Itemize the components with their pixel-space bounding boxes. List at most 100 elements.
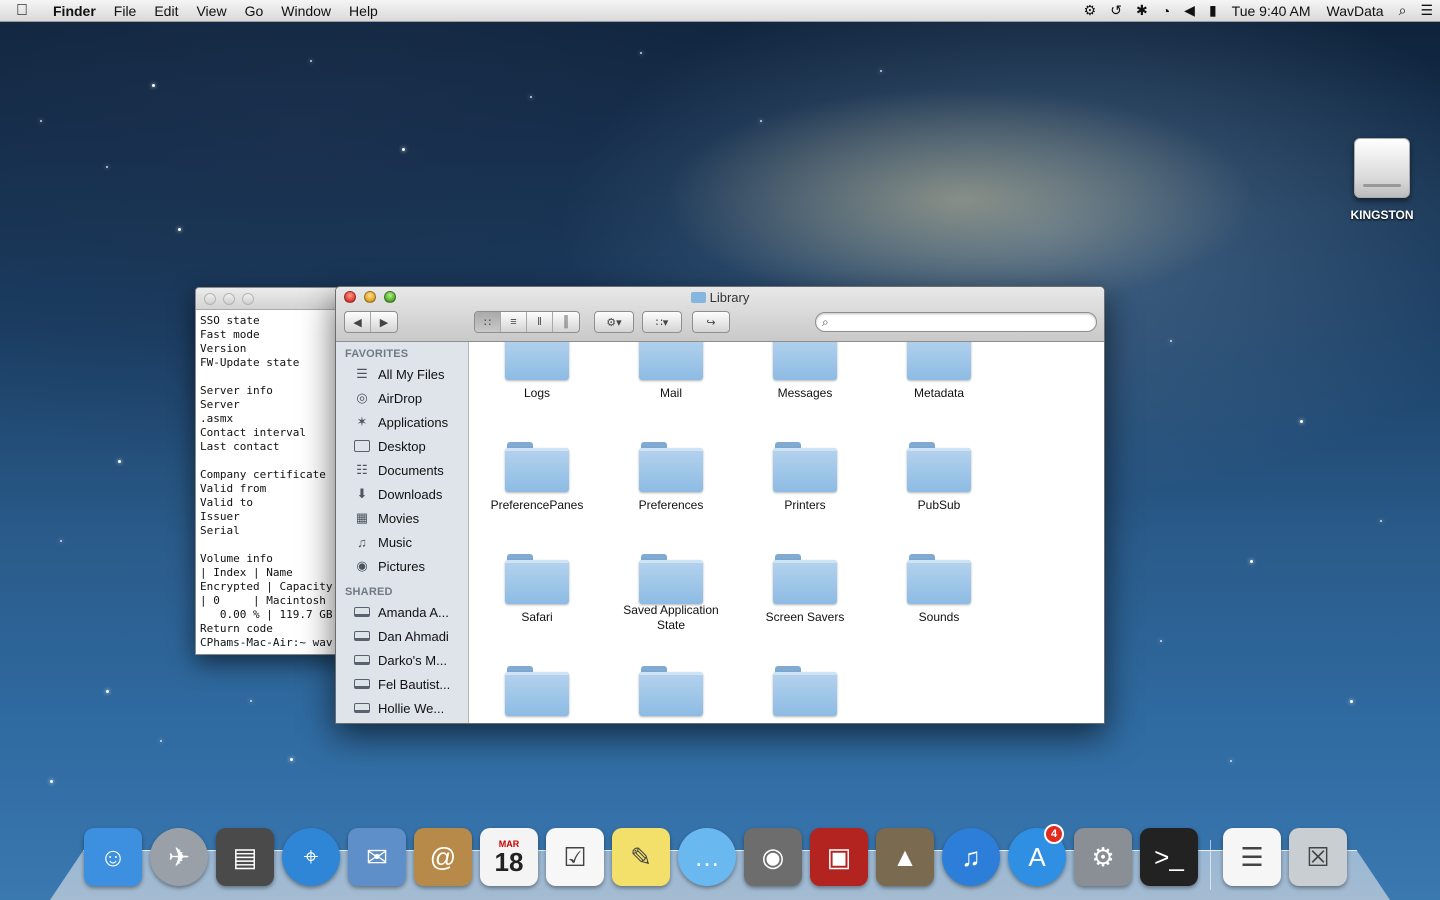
terminal-icon: >_ [1140,828,1198,886]
sidebar-item-applications[interactable]: ✶ Applications [336,410,468,434]
folder-item[interactable]: Screen Savers [738,521,872,633]
desktop-drive[interactable]: KINGSTON [1340,138,1424,222]
folder-item[interactable]: Safari [470,521,604,633]
laptop-icon [353,676,371,692]
dock: ☺ ✈ ▤ ⌖ ✉ @ MAR 18 ☑ ✎… ◉ ▣ ▲ ♫ A 4 ⚙ >_ ☰ ☒ [80,818,1351,890]
list-view-button[interactable]: ≡ [501,312,527,332]
file-browser-content[interactable]: Logs Mail Messages Metadata PreferencePanes P… [470,342,1104,723]
dock-item[interactable]: ✎ [608,824,674,890]
terminal-close-button[interactable] [204,292,216,305]
terminal-window[interactable]: SSO state Fast mode Version FW-Update st… [195,287,345,655]
menu-clock[interactable]: Tue 9:40 AM [1224,3,1319,19]
sidebar-item-shared-computer[interactable]: Hollie We... [336,696,468,720]
notification-center-icon[interactable]: ☰ [1413,2,1440,19]
sidebar-item-all-my-files[interactable]: ☰ All My Files [336,362,468,386]
folder-item[interactable]: SyncedPreferences [604,633,738,723]
sidebar-header-favorites: FAVORITES [345,348,409,360]
menu-view[interactable]: View [187,3,235,19]
dock-item[interactable]: ▤ [212,824,278,890]
terminal-output[interactable]: SSO state Fast mode Version FW-Update st… [196,310,344,654]
forward-button[interactable]: ▶ [371,312,397,332]
desktop-icon [353,438,371,454]
menu-edit[interactable]: Edit [145,3,187,19]
terminal-titlebar[interactable] [196,288,344,310]
sidebar-item-desktop[interactable]: Desktop [336,434,468,458]
wifi-icon[interactable]: ◔ [1155,3,1177,19]
time-machine-icon[interactable]: ⚙ [1077,2,1104,19]
dock-item[interactable]: … [674,824,740,890]
dock-item[interactable]: ☰ [1219,824,1285,890]
apple-menu-icon[interactable]:  [0,2,44,20]
menu-user[interactable]: WavData [1319,3,1392,19]
sidebar-item-airdrop[interactable]: ◎ AirDrop [336,386,468,410]
folder-icon [773,342,837,380]
spotlight-search-icon[interactable]: ⌕ [1392,2,1414,19]
sidebar-item-shared-computer[interactable]: Dan Ahmadi [336,624,468,648]
sidebar-item-pictures[interactable]: ◉ Pictures [336,554,468,578]
sidebar-item-label: AirDrop [378,390,423,406]
dock-item[interactable]: ▲ [872,824,938,890]
folder-item[interactable]: PubSub [872,409,1006,521]
sidebar-item-shared-computer[interactable]: Amanda A... [336,600,468,624]
dock-item[interactable]: ▣ [806,824,872,890]
dock-item[interactable]: ☺ [80,824,146,890]
folder-item[interactable]: Sounds [872,521,1006,633]
sidebar-item-music[interactable]: ♫ Music [336,530,468,554]
folder-item[interactable]: Printers [738,409,872,521]
dock-item[interactable]: ✈ [146,824,212,890]
arrange-menu[interactable]: ∷▾ [642,311,682,333]
dock-item[interactable]: A4 [1004,824,1070,890]
menu-window[interactable]: Window [272,3,340,19]
folder-item[interactable]: Spelling [470,633,604,723]
itunes-icon: ♫ [942,828,1000,886]
folder-item[interactable]: Messages [738,342,872,409]
menu-file[interactable]: File [105,3,146,19]
dock-item[interactable]: >_ [1136,824,1202,890]
menu-help[interactable]: Help [340,3,387,19]
dock-item[interactable]: MAR 18 [476,824,542,890]
dock-item[interactable]: ♫ [938,824,1004,890]
icon-view-button[interactable]: ∷ [475,312,501,332]
coverflow-view-button[interactable]: ║ [553,312,579,332]
folder-item[interactable]: Logs [470,342,604,409]
dock-item[interactable]: ⚙ [1070,824,1136,890]
terminal-zoom-button[interactable] [242,292,254,305]
volume-icon[interactable]: ◀ [1177,2,1202,19]
folder-item[interactable]: Metadata [872,342,1006,409]
dock-item[interactable]: ◉ [740,824,806,890]
gear-icon[interactable]: ⚙▾ [595,312,633,332]
menu-go[interactable]: Go [236,3,273,19]
movies-icon: ▦ [355,510,369,525]
share-button[interactable]: ↪ [692,311,730,333]
search-field[interactable]: ⌕ [815,312,1097,332]
folder-item[interactable]: Mail [604,342,738,409]
share-icon[interactable]: ↪ [693,312,729,332]
folder-item[interactable]: Preferences [604,409,738,521]
back-button[interactable]: ◀ [345,312,371,332]
history-icon[interactable]: ↺ [1103,2,1129,19]
sidebar-item-shared-computer[interactable]: Darko's M... [336,648,468,672]
folder-item[interactable]: PreferencePanes [470,409,604,521]
sidebar-item-movies[interactable]: ▦ Movies [336,506,468,530]
laptop-icon [353,628,371,644]
dock-item[interactable]: @ [410,824,476,890]
bluetooth-icon[interactable]: ✱ [1129,2,1155,19]
folder-item[interactable]: Voices [738,633,872,723]
dock-item[interactable]: ✉ [344,824,410,890]
search-input[interactable] [832,315,1096,329]
action-menu[interactable]: ⚙▾ [594,311,634,333]
dock-item[interactable]: ⌖ [278,824,344,890]
dock-item[interactable]: ☑ [542,824,608,890]
finder-window[interactable]: Library ◀ ▶ ∷ ≡ ‖ ║ ⚙▾ ∷▾ ↪ ⌕ FAVORITES … [335,286,1105,724]
sidebar-item-documents[interactable]: ☷ Documents [336,458,468,482]
sidebar-item-downloads[interactable]: ⬇ Downloads [336,482,468,506]
sidebar-item-shared-computer[interactable]: Fel Bautist... [336,672,468,696]
column-view-button[interactable]: ‖ [527,312,553,332]
terminal-minimize-button[interactable] [223,292,235,305]
dock-item[interactable]: ☒ [1285,824,1351,890]
battery-icon[interactable]: ▮ [1202,2,1224,19]
menu-app-finder[interactable]: Finder [44,3,105,19]
folder-item[interactable]: Saved Application State [604,521,738,633]
sidebar-header-shared: SHARED [345,586,393,598]
arrange-icon[interactable]: ∷▾ [643,312,681,332]
